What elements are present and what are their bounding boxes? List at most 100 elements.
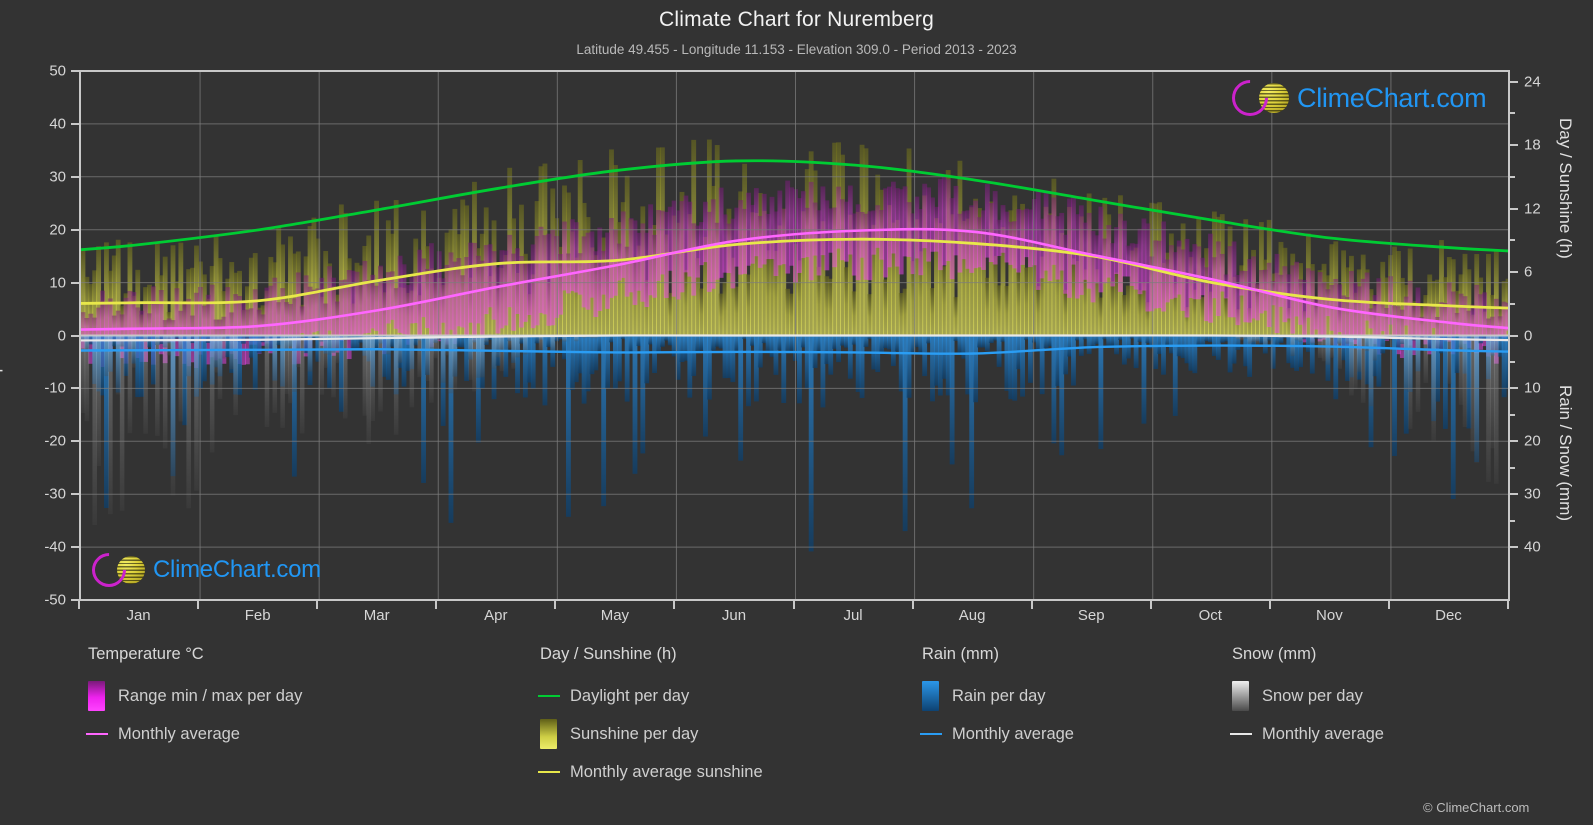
y-tick-left xyxy=(71,122,79,125)
y-minor-tick-right xyxy=(1510,413,1515,416)
chart-canvas xyxy=(81,71,1508,600)
y-minor-tick-right xyxy=(1510,302,1515,305)
legend-swatch-icon xyxy=(1232,681,1249,711)
x-tick-label-nov: Nov xyxy=(1316,607,1343,624)
y-tick-right-bottom xyxy=(1510,387,1518,390)
y-tick-label-right-bottom: 40 xyxy=(1524,538,1541,556)
plot-bottom-border xyxy=(79,599,1510,601)
y-tick-right-bottom xyxy=(1510,493,1518,496)
legend-item-label: Monthly average xyxy=(118,724,240,743)
y-tick-left xyxy=(71,387,79,390)
legend-column-rain-mm: Rain (mm) Rain per day Monthly average xyxy=(919,645,1074,753)
y-tick-label-right-top: 24 xyxy=(1524,73,1541,91)
legend-line-icon xyxy=(537,695,560,697)
logo-arc-icon xyxy=(84,545,134,595)
legend-item-monthly-average[interactable]: Monthly average xyxy=(85,715,302,753)
x-tick-label-apr: Apr xyxy=(484,607,508,624)
legend-line-icon xyxy=(1229,733,1252,735)
x-tick-label-jun: Jun xyxy=(721,607,747,624)
x-tick xyxy=(316,601,319,609)
legend-item-rain-per-day[interactable]: Rain per day xyxy=(922,677,1074,715)
legend-line-sample xyxy=(537,771,560,773)
climechart-logo-top: ClimeChart.com xyxy=(1224,72,1487,124)
x-tick-label-may: May xyxy=(600,607,630,624)
legend-item-monthly-average[interactable]: Monthly average xyxy=(1229,715,1384,753)
legend-item-range-min-max-per-day[interactable]: Range min / max per day xyxy=(88,677,302,715)
x-tick xyxy=(1387,601,1390,609)
y-tick-left xyxy=(71,228,79,231)
y-tick-label-left: -20 xyxy=(44,432,66,450)
y-tick-left xyxy=(71,281,79,284)
legend-line-sample xyxy=(1229,733,1252,735)
x-tick xyxy=(1030,601,1033,609)
legend-item-label: Monthly average sunshine xyxy=(570,762,763,781)
y-tick-left xyxy=(71,334,79,337)
x-tick xyxy=(1268,601,1271,609)
y-axis-title-left: Temperature °C xyxy=(0,285,3,405)
legend-column-temperature-c: Temperature °C Range min / max per day Mon… xyxy=(85,645,302,753)
y-minor-tick-right xyxy=(1510,466,1515,469)
legend-item-label: Daylight per day xyxy=(570,686,690,705)
legend-item-label: Monthly average xyxy=(1262,724,1384,743)
climechart-logo-bottom: ClimeChart.com xyxy=(84,545,321,595)
x-tick xyxy=(1507,601,1509,609)
legend-line-sample xyxy=(85,733,108,735)
y-tick-right-top xyxy=(1510,271,1518,274)
copyright-notice: © ClimeChart.com xyxy=(1423,800,1530,815)
legend-item-label: Rain per day xyxy=(952,686,1046,705)
y-tick-label-right-top: 0 xyxy=(1524,327,1533,344)
x-tick xyxy=(435,601,438,609)
y-minor-tick-right xyxy=(1510,112,1515,115)
x-tick xyxy=(554,601,557,609)
legend-line-icon xyxy=(85,733,108,735)
plot-top-border xyxy=(79,70,1510,72)
legend-item-label: Range min / max per day xyxy=(118,686,303,705)
y-minor-tick-right xyxy=(1510,239,1515,242)
x-tick-label-feb: Feb xyxy=(244,607,271,624)
y-tick-label-left: 40 xyxy=(49,115,66,133)
legend-item-monthly-average[interactable]: Monthly average xyxy=(919,715,1074,753)
legend-column-day-sunshine-h: Day / Sunshine (h) Daylight per day Sunshi… xyxy=(537,645,763,791)
y-tick-label-left: 30 xyxy=(49,168,66,186)
y-minor-tick-right xyxy=(1510,175,1515,178)
legend-swatch-icon xyxy=(88,681,105,711)
legend-group-title: Temperature °C xyxy=(88,645,204,663)
logo-text: ClimeChart.com xyxy=(1297,82,1487,113)
legend-line-icon xyxy=(919,733,942,735)
y-tick-right-top xyxy=(1510,144,1518,147)
legend-swatch-icon xyxy=(922,681,939,711)
legend-group-title: Rain (mm) xyxy=(922,645,999,663)
legend-item-label: Sunshine per day xyxy=(570,724,699,743)
y-tick-label-left: 50 xyxy=(49,62,66,80)
x-tick-label-aug: Aug xyxy=(958,607,986,624)
legend-item-sunshine-per-day[interactable]: Sunshine per day xyxy=(540,715,763,753)
y-tick-right-top xyxy=(1510,334,1518,337)
y-tick-label-left: 10 xyxy=(49,274,66,292)
logo-arc-icon xyxy=(1224,72,1276,124)
y-tick-right-top xyxy=(1510,207,1518,210)
legend-item-label: Monthly average xyxy=(952,724,1074,743)
y-tick-right-top xyxy=(1510,80,1518,83)
y-axis-title-right-top: Day / Sunshine (h) xyxy=(1556,118,1575,259)
x-tick-label-jul: Jul xyxy=(843,607,863,624)
y-tick-right-bottom xyxy=(1510,546,1518,549)
legend-column-snow-mm: Snow (mm) Snow per day Monthly average xyxy=(1229,645,1384,753)
y-tick-right-bottom xyxy=(1510,440,1518,443)
y-tick-left xyxy=(71,175,79,178)
legend-line-icon xyxy=(537,771,560,773)
legend-item-label: Snow per day xyxy=(1262,686,1363,705)
y-minor-tick-right xyxy=(1510,360,1515,363)
legend-item-daylight-per-day[interactable]: Daylight per day xyxy=(537,677,763,715)
climate-chart-plot xyxy=(79,71,1508,600)
legend-item-snow-per-day[interactable]: Snow per day xyxy=(1232,677,1384,715)
y-tick-label-left: -30 xyxy=(44,485,66,503)
y-tick-left xyxy=(71,493,79,496)
x-tick-label-jan: Jan xyxy=(126,607,151,624)
page-subtitle: Latitude 49.455 - Longitude 11.153 - Ele… xyxy=(576,42,1017,57)
y-tick-left xyxy=(71,546,79,549)
x-tick-label-dec: Dec xyxy=(1435,607,1462,624)
y-axis-title-right-bottom: Rain / Snow (mm) xyxy=(1556,385,1575,522)
legend-item-monthly-average-sunshine[interactable]: Monthly average sunshine xyxy=(537,753,763,791)
y-tick-label-right-top: 6 xyxy=(1524,263,1533,281)
legend-swatch-icon xyxy=(540,719,557,749)
